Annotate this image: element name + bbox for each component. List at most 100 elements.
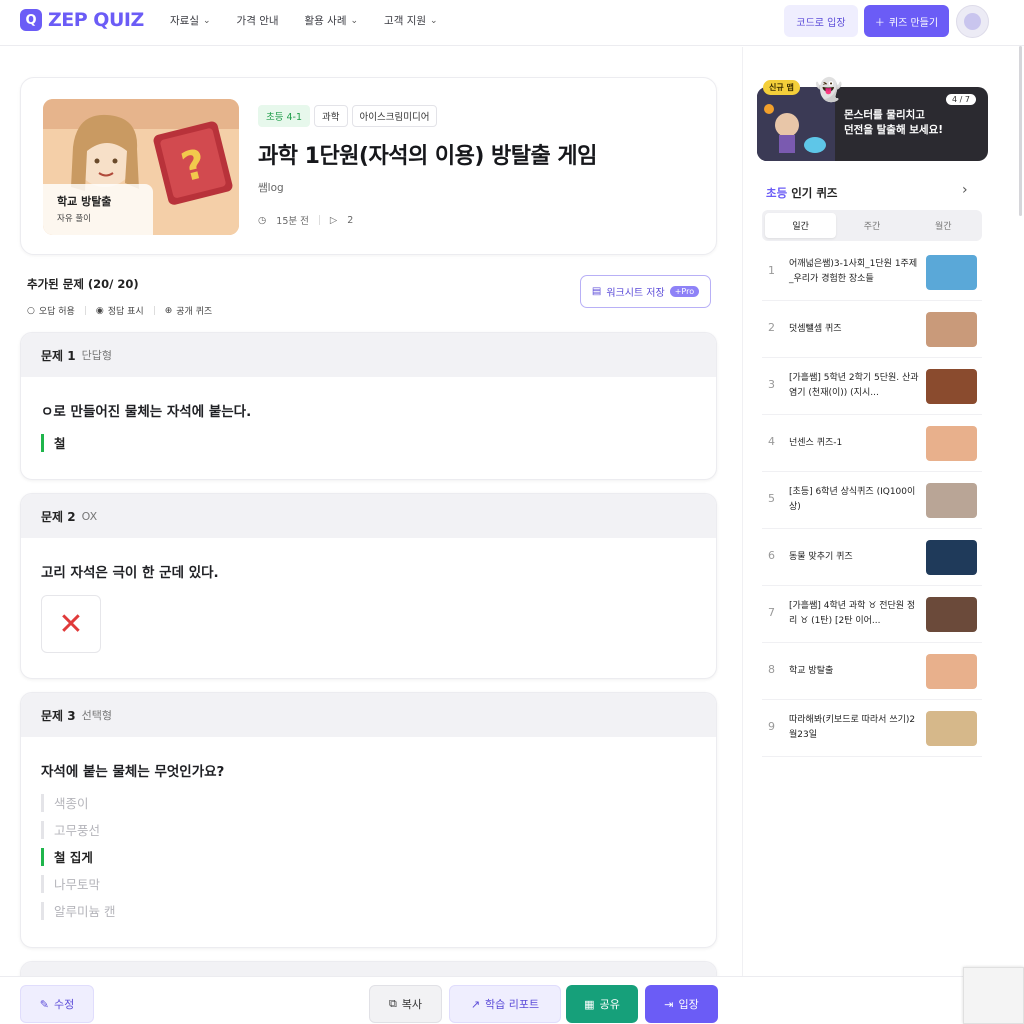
copy-label: 복사: [401, 998, 423, 1011]
worksheet-save-button[interactable]: ▤ 워크시트 저장 +Pro: [580, 275, 711, 308]
tab-daily[interactable]: 일간: [765, 213, 837, 238]
nav-item-resources[interactable]: 자료실 ⌄: [170, 13, 211, 28]
code-enter-button[interactable]: 코드로 입장: [784, 5, 858, 37]
rank-thumbnail: [926, 255, 977, 290]
edit-label: 수정: [53, 998, 75, 1011]
enter-label: 입장: [678, 998, 699, 1011]
ranking-item[interactable]: 2 덧셈뺄셈 퀴즈: [762, 301, 982, 358]
ranking-item[interactable]: 3 [가흘쌤] 5학년 2학기 5단원. 산과 염기 (천재(이)) (지시...: [762, 358, 982, 415]
make-quiz-label: 퀴즈 만들기: [888, 17, 939, 29]
rank-thumbnail: [926, 312, 977, 347]
share-label: 공유: [599, 998, 620, 1011]
answer-text: 철: [54, 436, 66, 451]
rank-thumbnail: [926, 711, 977, 746]
nav-item-label: 가격 안내: [236, 15, 279, 27]
ranking-item[interactable]: 5 [초등] 6학년 상식퀴즈 (IQ100이상): [762, 472, 982, 529]
make-quiz-button[interactable]: ＋ 퀴즈 만들기: [864, 5, 949, 37]
ghost-icon: 👻: [815, 78, 843, 103]
rank-number: 2: [768, 321, 775, 334]
rank-number: 1: [768, 264, 775, 277]
question-text: 자석에 붙는 물체는 무엇인가요?: [41, 764, 225, 780]
user-avatar-icon: [964, 13, 981, 30]
bottom-action-bar: ✎ 수정 ⧉ 복사 ↗ 학습 리포트 ▦ 공유 ⇥ 입장: [0, 976, 1024, 1024]
answer-indicator: [41, 901, 44, 920]
chevron-right-icon[interactable]: ›: [962, 182, 968, 198]
tag-subject[interactable]: 과학: [314, 105, 348, 127]
quiz-options: ○ 오답 허용 ◉ 정답 표시 ⊕ 공개 퀴즈: [27, 304, 213, 318]
question-type: 단답형: [81, 349, 112, 362]
rank-title: [초등] 6학년 상식퀴즈 (IQ100이상): [789, 487, 916, 512]
option-public: ⊕ 공개 퀴즈: [165, 304, 213, 318]
qr-icon: ▦: [584, 997, 595, 1011]
option-label: 정답 표시: [107, 307, 144, 317]
answer-item: 철 집게: [41, 847, 93, 866]
pro-badge: +Pro: [669, 286, 700, 297]
question-type: 선택형: [81, 709, 112, 722]
enter-button[interactable]: ⇥ 입장: [645, 985, 718, 1023]
document-icon: ▤: [591, 286, 602, 297]
answer-item: 알루미늄 캔: [41, 901, 115, 920]
copy-button[interactable]: ⧉ 복사: [369, 985, 442, 1023]
tag-grade[interactable]: 초등 4-1: [258, 105, 311, 127]
sidebar-divider: [742, 47, 743, 977]
quiz-header-card: ? 학교 방탈출 자유 풀이 초등 4-1 과학 아이스크림미디어 과학 1단원…: [20, 77, 717, 255]
learning-report-button[interactable]: ↗ 학습 리포트: [449, 985, 561, 1023]
chevron-down-icon: ⌄: [430, 15, 438, 26]
nav-item-cases[interactable]: 활용 사례 ⌄: [305, 13, 359, 28]
top-nav: Q ZEP QUIZ 자료실 ⌄ 가격 안내 활용 사례 ⌄ 고객 지원 ⌄ 코드로 …: [0, 0, 1024, 46]
logo-mark-icon: Q: [20, 9, 42, 31]
play-count: 2: [347, 214, 354, 226]
ranking-item[interactable]: 1 어깨넓은쌤)3-1사회_1단원 1주제_우리가 경험한 장소들: [762, 244, 982, 301]
rank-title: 어깨넓은쌤)3-1사회_1단원 1주제_우리가 경험한 장소들: [789, 259, 918, 284]
logo[interactable]: Q ZEP QUIZ: [20, 9, 144, 31]
report-label: 학습 리포트: [485, 998, 540, 1011]
edit-button[interactable]: ✎ 수정: [20, 985, 94, 1023]
quiz-thumbnail: ? 학교 방탈출 자유 풀이: [43, 99, 239, 235]
nav-item-label: 활용 사례: [304, 15, 347, 27]
ranking-item[interactable]: 6 동물 맞추기 퀴즈: [762, 529, 982, 586]
edit-icon: ✎: [39, 997, 49, 1011]
tab-weekly[interactable]: 주간: [836, 213, 907, 238]
ranking-item[interactable]: 9 따라해봐(키보드로 따라서 쓰기)2월23일: [762, 700, 982, 757]
time-ago: 15분 전: [276, 216, 309, 227]
question-card-1: 문제 1 단답형 ㅇ로 만들어진 물체는 자석에 붙는다. 철: [20, 332, 717, 480]
added-questions-count: 추가된 문제 (20/ 20): [27, 277, 139, 291]
popular-quiz-title: 초등 인기 퀴즈: [766, 185, 838, 201]
ranking-item[interactable]: 7 [가흘쌤] 4학년 과학 ♉ 전단원 정리 ♉ (1탄) [2탄 이어...: [762, 586, 982, 643]
question-header: 문제 3 선택형: [21, 693, 716, 737]
rank-number: 7: [768, 606, 775, 619]
rank-thumbnail: [926, 369, 977, 404]
scrollbar[interactable]: [1019, 46, 1022, 216]
tab-monthly[interactable]: 월간: [908, 213, 979, 238]
answer-indicator: [41, 820, 44, 839]
rank-title: [가흘쌤] 5학년 2학기 5단원. 산과 염기 (천재(이)) (지시...: [789, 373, 919, 398]
rank-number: 8: [768, 663, 775, 676]
ranking-item[interactable]: 8 학교 방탈출: [762, 643, 982, 700]
tag-publisher[interactable]: 아이스크림미디어: [351, 105, 438, 127]
nav-menu: 자료실 ⌄ 가격 안내 활용 사례 ⌄ 고객 지원 ⌄: [170, 13, 438, 28]
share-button[interactable]: ▦ 공유: [566, 985, 638, 1023]
banner-page-count: 4 / 7: [946, 94, 976, 105]
rank-thumbnail: [926, 483, 977, 518]
nav-item-pricing[interactable]: 가격 안내: [237, 13, 279, 28]
thumbnail-title: 학교 방탈출: [57, 195, 112, 208]
period-tabs: 일간 주간 월간: [762, 210, 982, 241]
rank-thumbnail: [926, 597, 977, 632]
nav-item-support[interactable]: 고객 지원 ⌄: [384, 13, 438, 28]
rank-thumbnail: [926, 654, 977, 689]
rank-number: 5: [768, 492, 775, 505]
rank-number: 4: [768, 435, 775, 448]
divider: [84, 306, 86, 315]
question-number: 문제 3: [41, 708, 76, 723]
rank-title: 학교 방탈출: [789, 665, 834, 676]
chart-icon: ↗: [470, 997, 481, 1011]
logo-text: ZEP QUIZ: [48, 9, 144, 31]
answer-text: 철 집게: [54, 850, 93, 865]
ranking-item[interactable]: 4 넌센스 퀴즈-1: [762, 415, 982, 472]
quiz-author[interactable]: 쌤log: [258, 180, 284, 195]
question-number: 문제 2: [41, 509, 76, 524]
chevron-down-icon: ⌄: [202, 15, 211, 26]
recaptcha-badge[interactable]: [963, 967, 1024, 1024]
avatar[interactable]: [956, 5, 989, 38]
x-answer-icon: ✕: [41, 595, 101, 653]
